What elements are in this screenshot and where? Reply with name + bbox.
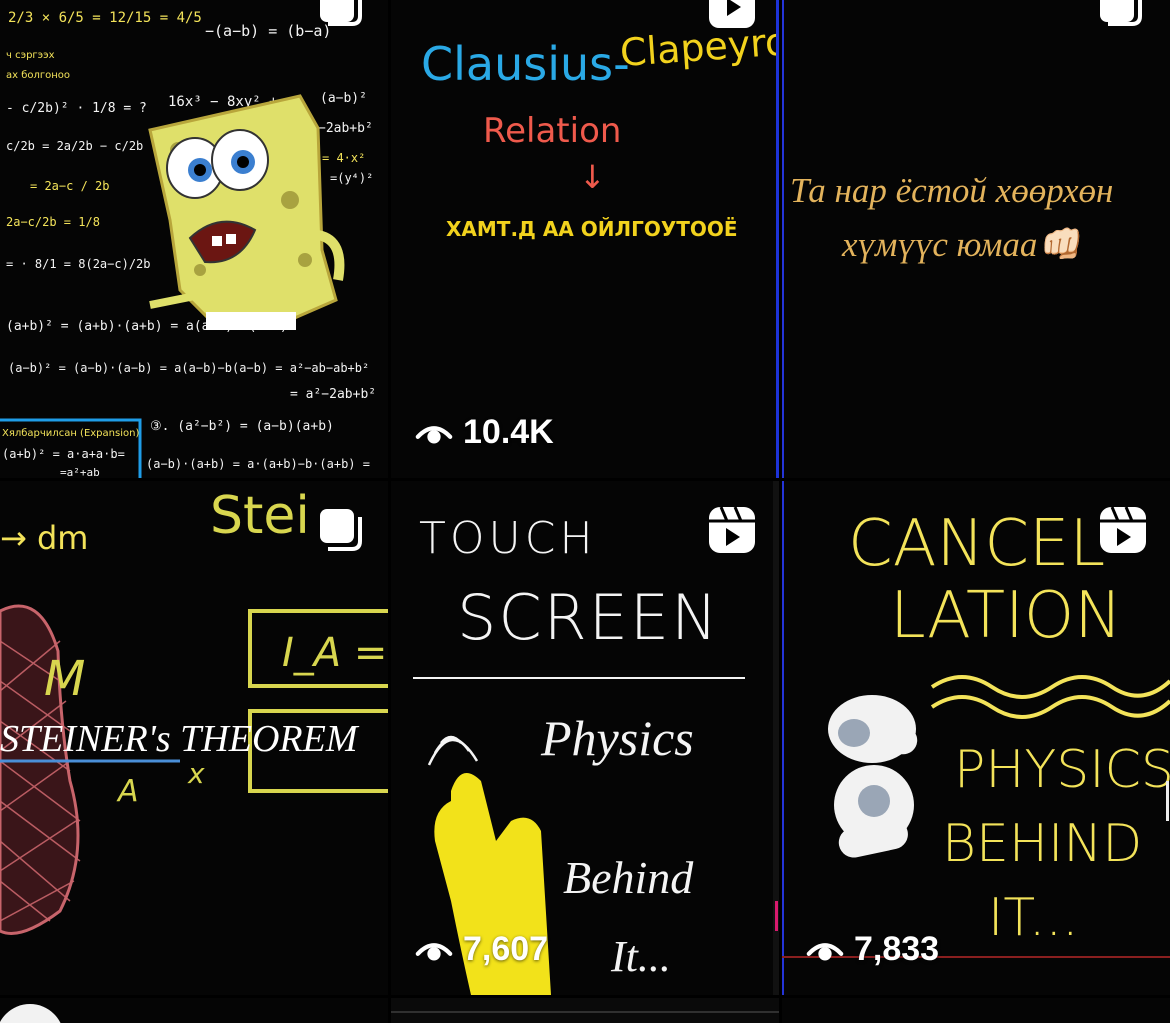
profile-post-grid: −(a−b) = (b−a) 2/3 × 6/5 = 12/15 = 4/5 ч… <box>0 0 1170 1023</box>
view-count-value: 7,607 <box>463 930 549 968</box>
tile-2-caption: ХАМТ.Д АА ОЙЛГОУТООЁ <box>446 217 738 241</box>
tile-5-physics: Physics <box>540 710 694 766</box>
svg-text:=(y⁴)²: =(y⁴)² <box>330 171 373 185</box>
reel-icon <box>709 506 755 553</box>
tile-2-title-a: Clausius- <box>421 37 630 91</box>
tile-3-artwork: Та нар ёстой хөөрхөн хүмүүс юмаа👊🏻 <box>782 0 1170 478</box>
carousel-icon <box>320 0 362 26</box>
tile-6-it: IT... <box>988 888 1079 948</box>
svg-text:−2ab+b²: −2ab+b² <box>318 121 373 136</box>
eye-icon <box>415 425 453 443</box>
svg-text:- c/2b)² · 1/8 = ?: - c/2b)² · 1/8 = ? <box>6 101 147 116</box>
svg-text:=a²+ab: =a²+ab <box>60 466 100 478</box>
tile-1-formula-5: = a²−2ab+b² <box>290 387 376 402</box>
tile-6-physics: PHYSICS <box>954 740 1170 800</box>
svg-text:c/2b = 2a/2b − c/2b: c/2b = 2a/2b − c/2b <box>6 139 143 153</box>
tile-4-artwork: → dm Stei M I_A = STEINER's THEOREM A x <box>0 481 388 995</box>
carousel-icon <box>1100 0 1142 26</box>
eye-icon <box>415 942 453 960</box>
tile-1-formula-4: (a−b)² = (a−b)·(a−b) = a(a−b)−b(a−b) = a… <box>8 361 369 375</box>
view-count: 7,607 <box>415 930 548 969</box>
tile-3-line-1: Та нар ёстой хөөрхөн <box>790 171 1113 210</box>
post-tile-5[interactable]: TOUCH SCREEN Physics Behind It... 7,607 <box>391 481 779 995</box>
tile-6-artwork: CANCEL- LATION PHYSICS BEHIND IT... <box>782 481 1170 995</box>
svg-text:ч сэргээх: ч сэргээх <box>6 50 55 61</box>
svg-text:2a−c/2b = 1/8: 2a−c/2b = 1/8 <box>6 215 100 229</box>
tile-1-formula-6: ③. (a²−b²) = (a−b)(a+b) <box>150 419 334 434</box>
post-tile-8-partial[interactable] <box>391 998 779 1023</box>
view-count-value: 10.4K <box>463 413 554 451</box>
tile-5-behind: Behind <box>563 852 694 903</box>
tile-2-arrow: ↓ <box>579 158 606 196</box>
post-tile-1[interactable]: −(a−b) = (b−a) 2/3 × 6/5 = 12/15 = 4/5 ч… <box>0 0 388 478</box>
tile-5-touch: TOUCH <box>419 513 597 564</box>
tile-4-x: x <box>187 757 205 790</box>
tile-1-artwork: −(a−b) = (b−a) 2/3 × 6/5 = 12/15 = 4/5 ч… <box>0 0 388 478</box>
tile-1-box-label: Хялбарчилсан (Expansion) <box>2 428 139 439</box>
tile-3-line-2: хүмүүс юмаа👊🏻 <box>841 225 1084 264</box>
tile-2-subtitle: Relation <box>483 111 621 151</box>
tile-1-formula-7: (a−b)·(a+b) = a·(a+b)−b·(a+b) = <box>146 457 370 471</box>
post-tile-6[interactable]: CANCEL- LATION PHYSICS BEHIND IT... 7,83… <box>782 481 1170 995</box>
view-count: 10.4K <box>415 413 554 452</box>
view-count-value: 7,833 <box>854 930 940 968</box>
post-tile-9-partial[interactable] <box>782 998 1170 1023</box>
svg-text:= · 8/1 = 8(2a−c)/2b: = · 8/1 = 8(2a−c)/2b <box>6 257 151 271</box>
svg-text:(a+b)² = a·a+a·b=: (a+b)² = a·a+a·b= <box>2 447 125 461</box>
carousel-icon <box>320 509 362 551</box>
svg-text:= 2a−c / 2b: = 2a−c / 2b <box>30 179 109 193</box>
tile-4-ia: I_A = <box>282 630 387 676</box>
tile-4-m: M <box>44 651 85 707</box>
tile-5-it: It... <box>610 932 671 981</box>
tile-6-cancel: CANCEL- <box>848 507 1127 581</box>
tile-4-title: Stei <box>210 486 310 546</box>
post-tile-3[interactable]: Та нар ёстой хөөрхөн хүмүүс юмаа👊🏻 <box>782 0 1170 478</box>
svg-text:2/3 × 6/5 = 12/15 = 4/5: 2/3 × 6/5 = 12/15 = 4/5 <box>8 10 202 26</box>
reel-icon <box>709 0 755 28</box>
svg-text:(a−b)²: (a−b)² <box>320 91 367 106</box>
tile-8-artwork <box>391 998 779 1023</box>
post-tile-4[interactable]: → dm Stei M I_A = STEINER's THEOREM A x <box>0 481 388 995</box>
tile-5-screen: SCREEN <box>457 581 719 654</box>
eye-icon <box>806 942 844 960</box>
svg-text:= 4·x²: = 4·x² <box>322 151 365 165</box>
tile-4-a: A <box>116 774 139 809</box>
post-tile-7-partial[interactable] <box>0 998 388 1023</box>
reel-icon <box>1100 506 1146 553</box>
tile-6-behind: BEHIND <box>942 814 1142 874</box>
tile-6-lation: LATION <box>890 579 1122 653</box>
tile-7-artwork <box>0 998 388 1023</box>
tile-9-artwork <box>782 998 1170 1023</box>
tile-1-formula-top: −(a−b) = (b−a) <box>205 22 331 40</box>
tile-4-dm: → dm <box>0 519 88 557</box>
view-count: 7,833 <box>806 930 939 969</box>
tile-5-artwork: TOUCH SCREEN Physics Behind It... <box>391 481 779 995</box>
svg-text:ах болгоноо: ах болгоноо <box>6 70 70 81</box>
tile-4-theorem: STEINER's THEOREM <box>0 718 360 760</box>
tile-2-artwork: Clausius- Clapeyron Relation ↓ ХАМТ.Д АА… <box>391 0 779 478</box>
post-tile-2[interactable]: Clausius- Clapeyron Relation ↓ ХАМТ.Д АА… <box>391 0 779 478</box>
